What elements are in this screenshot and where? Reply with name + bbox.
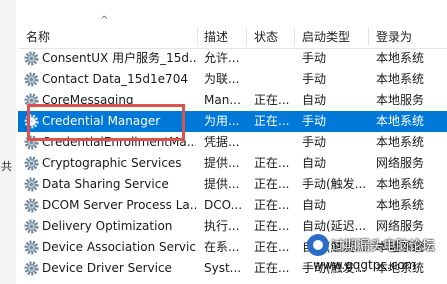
service-status: 正在... bbox=[254, 114, 290, 128]
service-name: DCOM Server Process La... bbox=[42, 198, 196, 212]
service-gear-icon bbox=[24, 219, 39, 234]
service-status: 正在... bbox=[254, 198, 290, 212]
service-name: Cryptographic Services bbox=[42, 156, 182, 170]
column-header-startup-type[interactable]: 启动类型 bbox=[302, 26, 350, 48]
service-status bbox=[254, 48, 292, 69]
service-status: 正在... bbox=[254, 93, 290, 107]
service-description: 为联... bbox=[204, 72, 240, 86]
service-description: 允许... bbox=[204, 51, 240, 65]
column-header-row: 名称 描述 状态 启动类型 登录为 bbox=[18, 26, 447, 49]
service-logon-as: 本地系统 bbox=[376, 51, 425, 65]
service-startup-type: 自动 bbox=[302, 198, 327, 212]
service-name: Device Association Service bbox=[42, 240, 196, 254]
service-startup-type: 手动 bbox=[302, 114, 327, 128]
service-status: 正在... bbox=[254, 261, 290, 275]
column-header-status[interactable]: 状态 bbox=[254, 26, 278, 48]
left-pane-text: 共 bbox=[1, 160, 12, 173]
service-name: Contact Data_15d1e704 bbox=[42, 72, 188, 86]
service-name: Data Sharing Service bbox=[42, 177, 169, 191]
column-divider[interactable] bbox=[197, 28, 198, 46]
service-status: 正在... bbox=[254, 240, 290, 254]
service-logon-as: 本地系统 bbox=[376, 135, 425, 149]
service-row[interactable]: ConsentUX 用户服务_15d... 允许... 手动 本地系统 bbox=[18, 48, 447, 69]
sort-ascending-icon[interactable]: ^ bbox=[100, 15, 108, 26]
service-gear-icon bbox=[24, 198, 39, 213]
service-description: 提供... bbox=[204, 156, 240, 170]
column-header-name[interactable]: 名称 bbox=[26, 26, 50, 48]
service-description: Man... bbox=[204, 93, 241, 107]
service-startup-type: 自动 bbox=[302, 93, 327, 107]
service-description: 提供... bbox=[204, 177, 240, 191]
service-gear-icon bbox=[24, 72, 39, 87]
services-window: 共 ^ 名称 描述 状态 启动类型 登录为 ConsentUX 用户服务_15d… bbox=[0, 0, 447, 284]
service-logon-as: 本地系统 bbox=[376, 177, 425, 191]
service-gear-icon bbox=[24, 261, 39, 276]
service-gear-icon bbox=[24, 51, 39, 66]
column-header-logon-as[interactable]: 登录为 bbox=[376, 26, 412, 48]
service-row[interactable]: Cryptographic Services 提供... 正在... 自动 网络服务 bbox=[18, 153, 447, 174]
service-logon-as: 本地系统 bbox=[376, 72, 425, 86]
site-watermark: 过期漏头电脑论坛 www.gqgtpc.com bbox=[297, 232, 447, 284]
service-gear-icon bbox=[24, 177, 39, 192]
column-divider[interactable] bbox=[246, 28, 247, 46]
left-pane-edge: 共 bbox=[0, 0, 16, 284]
service-startup-type: 自动 bbox=[302, 156, 327, 170]
service-row[interactable]: Contact Data_15d1e704 为联... 手动 本地系统 bbox=[18, 69, 447, 90]
service-name: Device Driver Service bbox=[42, 261, 172, 275]
service-gear-icon bbox=[24, 240, 39, 255]
service-description: 在系... bbox=[204, 240, 240, 254]
annotation-highlight-box bbox=[27, 104, 185, 141]
watermark-logo-icon bbox=[307, 234, 329, 256]
service-logon-as: 网络服务 bbox=[376, 156, 425, 170]
column-divider[interactable] bbox=[294, 28, 295, 46]
service-description: 为用... bbox=[204, 114, 240, 128]
service-status bbox=[254, 69, 292, 90]
service-name: ConsentUX 用户服务_15d... bbox=[42, 51, 196, 65]
service-status bbox=[254, 132, 292, 153]
service-startup-type: 手动(触发... bbox=[302, 177, 367, 191]
service-description: 执行... bbox=[204, 219, 240, 233]
service-startup-type: 手动 bbox=[302, 51, 327, 65]
service-name: Delivery Optimization bbox=[42, 219, 173, 233]
service-startup-type: 手动 bbox=[302, 135, 327, 149]
service-status: 正在... bbox=[254, 156, 290, 170]
service-logon-as: 本地服务 bbox=[376, 93, 425, 107]
service-status: 正在... bbox=[254, 219, 290, 233]
service-startup-type: 手动 bbox=[302, 72, 327, 86]
service-row[interactable]: Data Sharing Service 提供... 正在... 手动(触发... 本地… bbox=[18, 174, 447, 195]
service-logon-as: 本地系统 bbox=[376, 114, 425, 128]
service-row[interactable]: DCOM Server Process La... DCO... 正在... 自动 本地… bbox=[18, 195, 447, 216]
watermark-url: www.gqgtpc.com bbox=[313, 258, 417, 272]
service-gear-icon bbox=[24, 156, 39, 171]
column-header-description[interactable]: 描述 bbox=[204, 26, 228, 48]
service-logon-as: 本地系统 bbox=[376, 198, 425, 212]
column-divider[interactable] bbox=[368, 28, 369, 46]
service-description: Syst... bbox=[204, 261, 242, 275]
service-status: 正在... bbox=[254, 177, 290, 191]
service-description: DCO... bbox=[204, 198, 243, 212]
watermark-title: 过期漏头电脑论坛 bbox=[331, 239, 436, 254]
service-description: 凭据... bbox=[204, 135, 240, 149]
